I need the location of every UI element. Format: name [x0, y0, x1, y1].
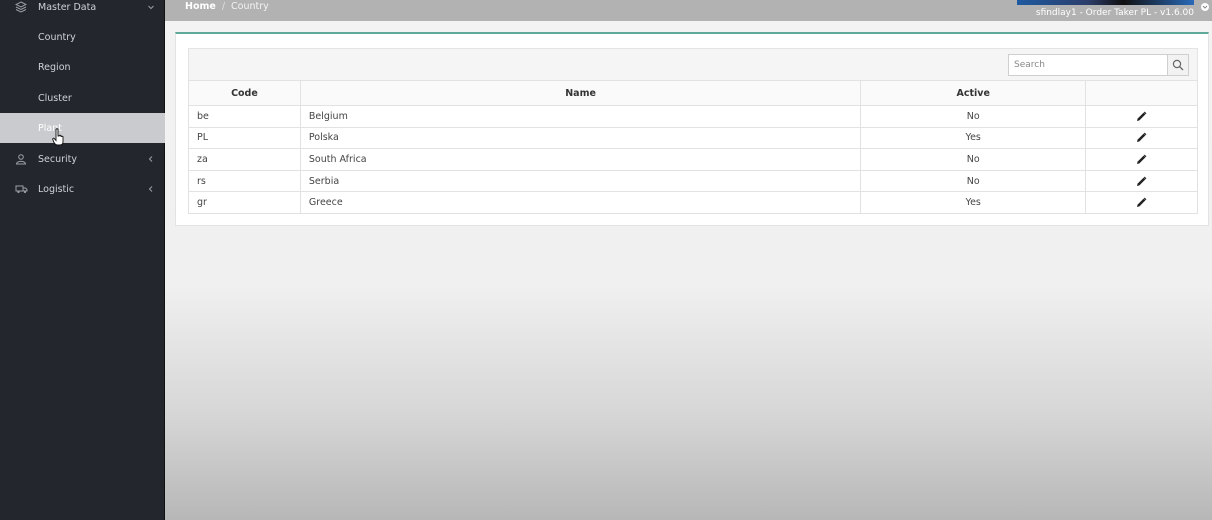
search-box: [1008, 54, 1189, 76]
pencil-icon[interactable]: [1136, 197, 1147, 208]
table-toolbar: [188, 48, 1198, 80]
banner-image: [1017, 0, 1194, 5]
breadcrumb: Home / Country: [185, 1, 269, 12]
table-row[interactable]: za South Africa No: [188, 148, 1198, 171]
column-header-code[interactable]: Code: [188, 80, 301, 106]
user-info[interactable]: sfindlay1 - Order Taker PL - v1.6.00: [1036, 8, 1194, 18]
sidebar-item-country[interactable]: Country: [0, 22, 165, 52]
cell-edit: [1085, 126, 1198, 150]
cursor-icon: [52, 128, 64, 146]
chevron-left-icon: [147, 185, 155, 193]
search-input[interactable]: [1008, 54, 1167, 76]
sidebar: Master Data Country Region Cluster Plant…: [0, 0, 165, 520]
pencil-icon[interactable]: [1136, 154, 1147, 165]
nav-logistic-label: Logistic: [38, 183, 75, 195]
table-row[interactable]: be Belgium No: [188, 105, 1198, 128]
column-header-name[interactable]: Name: [299, 80, 862, 106]
table-row[interactable]: rs Serbia No: [188, 169, 1198, 193]
sidebar-item-cluster[interactable]: Cluster: [0, 83, 165, 113]
cell-code: PL: [188, 126, 301, 150]
cell-edit: [1085, 148, 1198, 171]
country-panel: Code Name Active be Belgium No PL: [175, 32, 1209, 226]
nav-logistic[interactable]: Logistic: [0, 174, 165, 204]
chevron-down-icon: [147, 3, 155, 11]
chevron-down-icon[interactable]: [1200, 2, 1210, 12]
cell-name: Greece: [299, 191, 862, 214]
chevron-left-icon: [147, 155, 155, 163]
nav-master-data[interactable]: Master Data: [0, 0, 165, 22]
user-icon: [14, 152, 28, 166]
cell-name: South Africa: [299, 148, 862, 171]
cell-name: Polska: [299, 126, 862, 150]
pencil-icon[interactable]: [1136, 176, 1147, 187]
cell-code: be: [188, 105, 301, 128]
cell-active: No: [860, 169, 1087, 193]
truck-icon: [14, 182, 28, 196]
main-content: Home / Country sfindlay1 - Order Taker P…: [165, 0, 1212, 520]
table-row[interactable]: PL Polska Yes: [188, 126, 1198, 150]
search-icon: [1172, 59, 1184, 71]
cell-code: rs: [188, 169, 301, 193]
cell-name: Belgium: [299, 105, 862, 128]
top-bar: Home / Country sfindlay1 - Order Taker P…: [165, 0, 1212, 21]
cell-code: gr: [188, 191, 301, 214]
column-header-active[interactable]: Active: [860, 80, 1087, 106]
cell-edit: [1085, 191, 1198, 214]
layers-icon: [14, 0, 28, 14]
nav-master-data-label: Master Data: [38, 1, 97, 13]
breadcrumb-current: Country: [231, 1, 269, 12]
nav-security-label: Security: [38, 153, 78, 165]
breadcrumb-separator: /: [221, 1, 226, 12]
cell-edit: [1085, 105, 1198, 128]
sidebar-item-region[interactable]: Region: [0, 52, 165, 82]
column-header-actions: [1085, 80, 1198, 106]
cell-active: Yes: [860, 191, 1087, 214]
cell-active: No: [860, 148, 1087, 171]
cell-active: Yes: [860, 126, 1087, 150]
pencil-icon[interactable]: [1136, 111, 1147, 122]
pencil-icon[interactable]: [1136, 132, 1147, 143]
nav-security[interactable]: Security: [0, 144, 165, 174]
cell-name: Serbia: [299, 169, 862, 193]
cell-code: za: [188, 148, 301, 171]
search-button[interactable]: [1167, 54, 1189, 76]
cell-active: No: [860, 105, 1087, 128]
country-table: Code Name Active be Belgium No PL Polska…: [188, 80, 1198, 214]
sidebar-item-plant[interactable]: Plant: [0, 113, 165, 143]
table-header-row: Code Name Active: [188, 80, 1198, 106]
breadcrumb-home[interactable]: Home: [185, 1, 216, 12]
table-row[interactable]: gr Greece Yes: [188, 191, 1198, 214]
cell-edit: [1085, 169, 1198, 193]
